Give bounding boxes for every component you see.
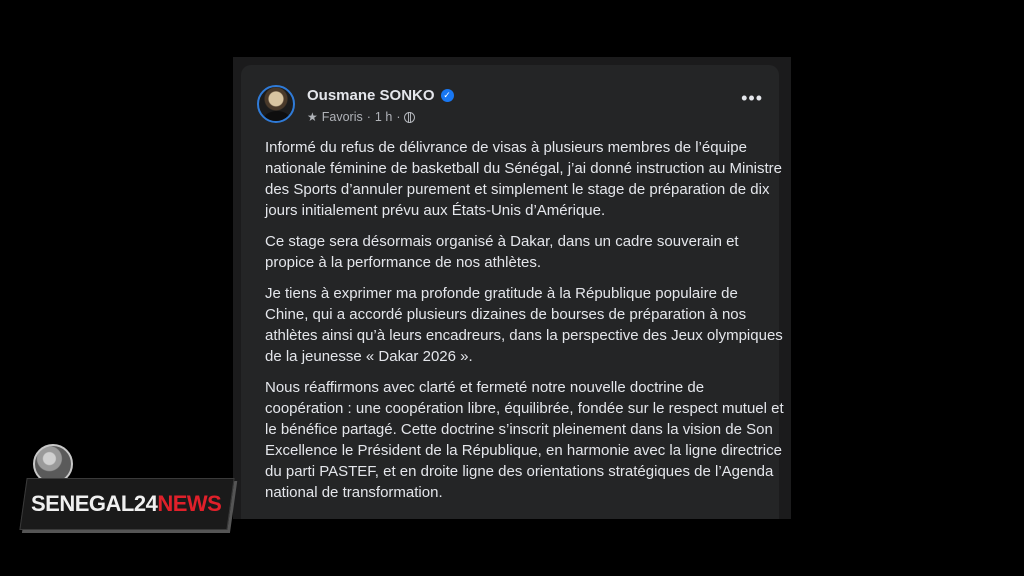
more-options-button[interactable]: ••• [741, 89, 763, 107]
favoris-label: Favoris [321, 110, 363, 124]
star-icon: ★ [307, 110, 318, 124]
facebook-post-card: Ousmane SONKO ✓ ★ Favoris · 1 h · ••• In… [241, 65, 784, 519]
author-name[interactable]: Ousmane SONKO [307, 87, 435, 104]
logo-text-senegal24: SENEGAL24 [31, 491, 158, 516]
logo-text: SENEGAL24NEWS [31, 491, 222, 517]
verified-badge-icon: ✓ [440, 89, 454, 102]
screenshot-frame: Ousmane SONKO ✓ ★ Favoris · 1 h · ••• In… [233, 57, 791, 519]
post-paragraph: Nous réaffirmons avec clarté et fermeté … [265, 379, 784, 501]
post-paragraph: Informé du refus de délivrance de visas … [265, 139, 782, 219]
logo-text-news: NEWS [157, 491, 222, 516]
post-paragraph: Je tiens à exprimer ma profonde gratitud… [265, 285, 783, 365]
avatar[interactable] [257, 85, 295, 123]
meta-separator: · [366, 110, 371, 124]
more-horizontal-icon: ••• [741, 88, 763, 108]
meta-separator: · [396, 110, 401, 124]
post-paragraph: Ce stage sera désormais organisé à Dakar… [265, 233, 739, 271]
post-time[interactable]: 1 h [375, 110, 392, 124]
senegal24news-logo: SENEGAL24NEWS [19, 444, 235, 536]
post-meta: ★ Favoris · 1 h · [307, 110, 416, 124]
author-row: Ousmane SONKO ✓ [307, 87, 454, 104]
globe-icon [404, 111, 416, 123]
post-header: Ousmane SONKO ✓ ★ Favoris · 1 h · ••• [257, 79, 763, 127]
post-text: Informé du refus de délivrance de visas … [265, 137, 785, 513]
